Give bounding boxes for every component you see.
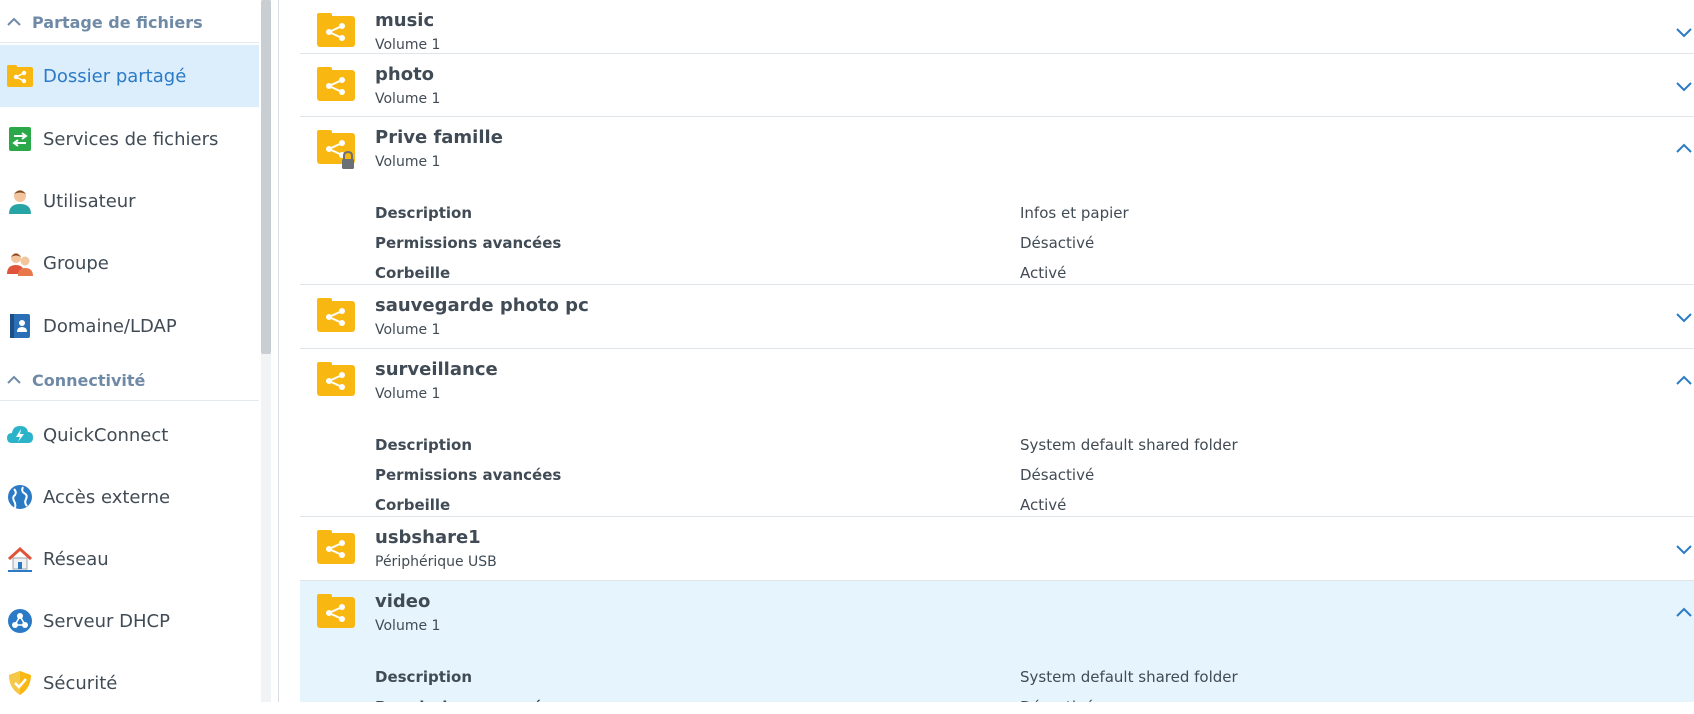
property-label: Permissions avancées bbox=[375, 234, 562, 252]
sidebar-item-label: Serveur DHCP bbox=[43, 610, 170, 632]
sidebar-item-user[interactable]: Utilisateur bbox=[0, 170, 259, 232]
sidebar-item-label: Domaine/LDAP bbox=[43, 315, 177, 337]
property-value: System default shared folder bbox=[1020, 668, 1238, 686]
share-row[interactable]: usbshare1 Périphérique USB bbox=[300, 517, 1694, 581]
sidebar-item-label: Dossier partagé bbox=[43, 65, 187, 87]
section-file-sharing-label: Partage de fichiers bbox=[32, 12, 203, 32]
sidebar-item-domain-ldap[interactable]: Domaine/LDAP bbox=[0, 295, 259, 357]
chevron-up-icon bbox=[7, 17, 21, 26]
shared-folder-list: music Volume 1 photo Volume 1 Prive famill… bbox=[300, 0, 1694, 702]
collapse-chevron-icon[interactable] bbox=[1674, 373, 1694, 389]
file-services-icon bbox=[6, 125, 34, 153]
group-icon bbox=[6, 249, 34, 277]
share-row[interactable]: video Volume 1 Description System default s… bbox=[300, 581, 1694, 702]
sidebar-item-label: QuickConnect bbox=[43, 424, 169, 446]
sidebar-item-label: Utilisateur bbox=[43, 190, 136, 212]
property-label: Corbeille bbox=[375, 496, 451, 514]
quickconnect-icon bbox=[6, 421, 34, 449]
expand-chevron-icon[interactable] bbox=[1674, 541, 1694, 557]
sidebar-item-label: Sécurité bbox=[43, 672, 118, 694]
chevron-up-icon bbox=[7, 375, 21, 384]
share-location: Volume 1 bbox=[375, 386, 441, 402]
share-name: photo bbox=[375, 64, 435, 85]
external-access-icon bbox=[6, 483, 34, 511]
sidebar-item-label: Accès externe bbox=[43, 486, 171, 508]
property-value: Désactivé bbox=[1020, 466, 1095, 484]
property-value: System default shared folder bbox=[1020, 436, 1238, 454]
section-connectivity-label: Connectivité bbox=[32, 370, 146, 390]
share-row[interactable]: surveillance Volume 1 Description System de… bbox=[300, 349, 1694, 517]
property-label: Corbeille bbox=[375, 264, 451, 282]
dhcp-server-icon bbox=[6, 607, 34, 635]
share-row[interactable]: photo Volume 1 bbox=[300, 54, 1694, 117]
share-row[interactable]: sauvegarde photo pc Volume 1 bbox=[300, 285, 1694, 349]
section-file-sharing[interactable]: Partage de fichiers bbox=[0, 2, 259, 43]
sidebar-item-label: Services de fichiers bbox=[43, 128, 219, 150]
property-value: Désactivé bbox=[1020, 698, 1094, 702]
share-name: video bbox=[375, 591, 431, 612]
sidebar-item-quickconnect[interactable]: QuickConnect bbox=[0, 404, 259, 466]
property-label: Description bbox=[375, 668, 473, 686]
sidebar-item-dhcp-server[interactable]: Serveur DHCP bbox=[0, 590, 259, 652]
sidebar-item-file-services[interactable]: Services de fichiers bbox=[0, 108, 259, 170]
share-name: surveillance bbox=[375, 359, 498, 380]
shared-folder-icon bbox=[316, 359, 356, 399]
collapse-chevron-icon[interactable] bbox=[1674, 141, 1694, 157]
sidebar-scrollbar-thumb[interactable] bbox=[261, 0, 271, 354]
share-name: Prive famille bbox=[375, 127, 503, 148]
share-location: Volume 1 bbox=[375, 154, 441, 170]
share-name: music bbox=[375, 10, 435, 31]
user-icon bbox=[6, 187, 34, 215]
domain-ldap-icon bbox=[6, 312, 34, 340]
expand-chevron-icon[interactable] bbox=[1674, 309, 1694, 325]
property-label: Description bbox=[375, 436, 473, 454]
property-label: Permissions avancées bbox=[375, 698, 561, 702]
property-value: Infos et papier bbox=[1020, 204, 1129, 222]
property-label: Permissions avancées bbox=[375, 466, 562, 484]
sidebar-item-network[interactable]: Réseau bbox=[0, 528, 259, 590]
property-label: Description bbox=[375, 204, 473, 222]
shared-folder-icon bbox=[316, 127, 356, 169]
shared-folder-icon bbox=[316, 591, 356, 631]
share-row[interactable]: Prive famille Volume 1 Description Infos et… bbox=[300, 117, 1694, 285]
property-value: Activé bbox=[1020, 496, 1067, 514]
network-icon bbox=[6, 545, 34, 573]
sidebar-item-label: Réseau bbox=[43, 548, 109, 570]
sidebar-item-external-access[interactable]: Accès externe bbox=[0, 466, 259, 528]
shared-folder-icon bbox=[316, 295, 356, 335]
share-location: Volume 1 bbox=[375, 322, 441, 338]
collapse-chevron-icon[interactable] bbox=[1674, 605, 1694, 621]
shared-folder-icon bbox=[316, 64, 356, 104]
share-row[interactable]: music Volume 1 bbox=[300, 0, 1694, 54]
sidebar: Partage de fichiers Dossier partagé Serv… bbox=[0, 0, 279, 702]
share-location: Volume 1 bbox=[375, 618, 441, 634]
property-value: Désactivé bbox=[1020, 234, 1095, 252]
expand-chevron-icon[interactable] bbox=[1674, 78, 1694, 94]
property-value: Activé bbox=[1020, 264, 1067, 282]
sidebar-item-group[interactable]: Groupe bbox=[0, 232, 259, 294]
shared-folder-icon bbox=[316, 10, 356, 50]
expand-chevron-icon[interactable] bbox=[1674, 24, 1694, 40]
shield-icon bbox=[6, 669, 34, 697]
share-name: usbshare1 bbox=[375, 527, 481, 548]
share-name: sauvegarde photo pc bbox=[375, 295, 589, 316]
share-location: Périphérique USB bbox=[375, 554, 497, 570]
share-location: Volume 1 bbox=[375, 37, 441, 53]
sidebar-item-label: Groupe bbox=[43, 252, 109, 274]
shared-folder-icon bbox=[316, 527, 356, 567]
sidebar-item-security[interactable]: Sécurité bbox=[0, 652, 259, 714]
shared-folder-icon bbox=[6, 62, 34, 90]
section-connectivity[interactable]: Connectivité bbox=[0, 360, 259, 401]
sidebar-item-shared-folder[interactable]: Dossier partagé bbox=[0, 45, 259, 107]
share-location: Volume 1 bbox=[375, 91, 441, 107]
